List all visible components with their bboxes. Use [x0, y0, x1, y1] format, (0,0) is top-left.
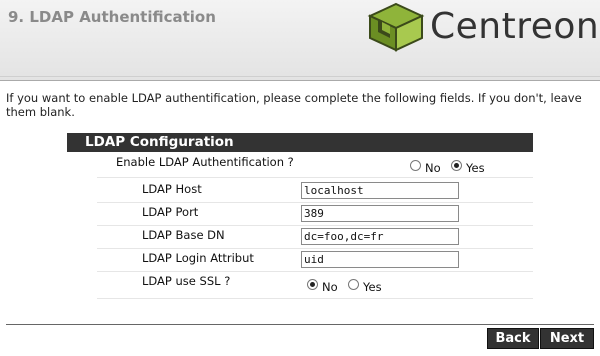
header-divider	[0, 76, 600, 77]
ldap-port-input[interactable]: 389	[301, 205, 459, 222]
enable-ldap-no-label[interactable]: No	[425, 161, 441, 175]
enable-ldap-label: Enable LDAP Authentification ?	[116, 155, 294, 169]
ldap-base-dn-label: LDAP Base DN	[142, 228, 225, 242]
row-divider	[97, 225, 533, 226]
ldap-host-label: LDAP Host	[142, 182, 202, 196]
row-divider	[97, 248, 533, 249]
enable-ldap-yes-label[interactable]: Yes	[466, 161, 485, 175]
ldap-ssl-no-radio[interactable]	[307, 279, 318, 290]
enable-ldap-no-radio[interactable]	[410, 160, 421, 171]
section-title: LDAP Configuration	[85, 134, 234, 150]
enable-ldap-yes-radio[interactable]	[451, 160, 462, 171]
page-title: 9. LDAP Authentification	[8, 8, 216, 26]
centreon-cube-icon	[367, 2, 425, 52]
ldap-ssl-no-label[interactable]: No	[322, 280, 338, 294]
row-divider	[97, 202, 533, 203]
ldap-ssl-yes-radio[interactable]	[348, 279, 359, 290]
ldap-port-label: LDAP Port	[142, 205, 199, 219]
page-header: 9. LDAP Authentification Centreon	[0, 0, 600, 81]
section-title-bar: LDAP Configuration	[67, 133, 533, 152]
ldap-ssl-label: LDAP use SSL ?	[142, 274, 231, 288]
ldap-ssl-yes-label[interactable]: Yes	[363, 280, 382, 294]
row-divider	[97, 298, 533, 299]
header-divider-bottom	[0, 80, 600, 81]
intro-text: If you want to enable LDAP authentificat…	[6, 91, 582, 119]
footer-divider	[6, 324, 594, 325]
ldap-host-input[interactable]: localhost	[301, 182, 459, 199]
row-divider	[97, 271, 533, 272]
ldap-login-attribut-input[interactable]: uid	[301, 251, 459, 268]
ldap-login-attribut-label: LDAP Login Attribut	[142, 251, 254, 265]
centreon-logo: Centreon	[366, 2, 600, 52]
logo-text: Centreon	[430, 6, 600, 47]
row-divider	[97, 177, 533, 178]
back-button[interactable]: Back	[487, 328, 539, 349]
ldap-base-dn-input[interactable]: dc=foo,dc=fr	[301, 228, 459, 245]
next-button[interactable]: Next	[540, 328, 594, 349]
